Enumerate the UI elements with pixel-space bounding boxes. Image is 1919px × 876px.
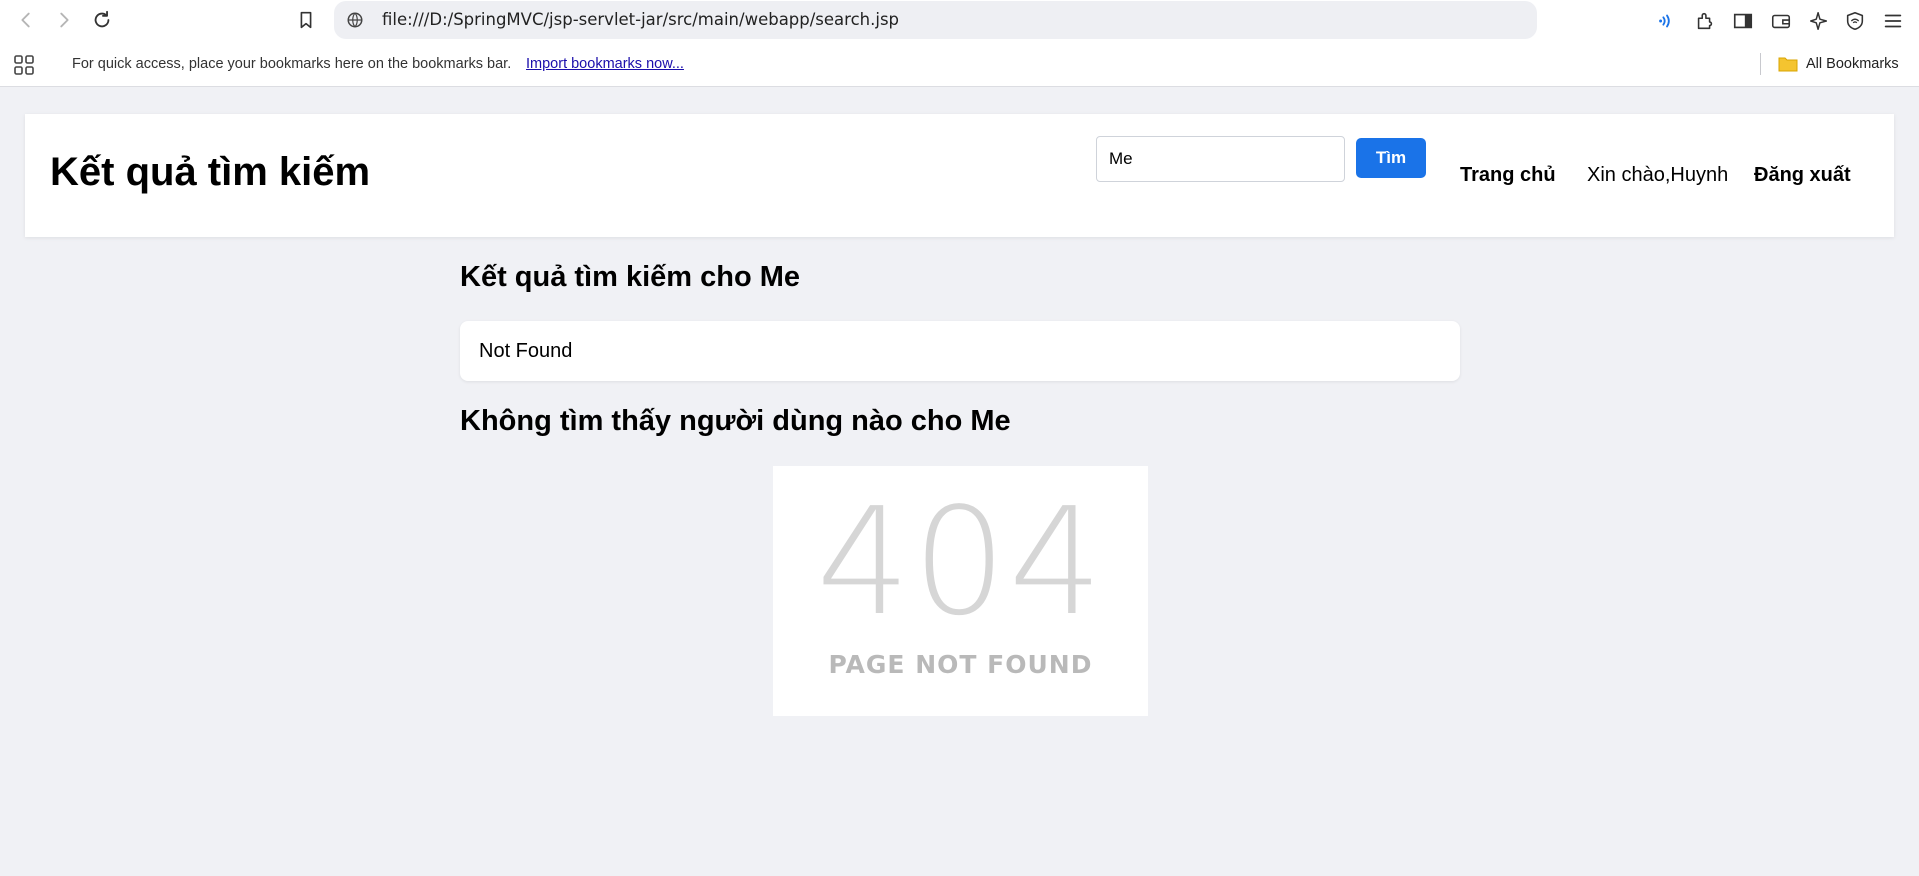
extensions-icon[interactable]: [1693, 9, 1717, 33]
not-found-illustration: 404 PAGE NOT FOUND: [773, 466, 1148, 716]
read-aloud-icon[interactable]: [1655, 9, 1679, 33]
not-found-text: PAGE NOT FOUND: [828, 650, 1093, 679]
bookmark-icon[interactable]: [294, 8, 318, 32]
folder-icon: [1778, 57, 1798, 72]
sidebar-icon[interactable]: [1731, 9, 1755, 33]
site-info-icon[interactable]: [346, 11, 364, 29]
wallet-icon[interactable]: [1769, 9, 1793, 33]
address-bar[interactable]: file:///D:/SpringMVC/jsp-servlet-jar/src…: [334, 1, 1537, 39]
not-found-code: 404: [816, 476, 1105, 648]
all-bookmarks-button[interactable]: All Bookmarks: [1778, 41, 1899, 87]
apps-icon[interactable]: [12, 53, 36, 77]
page-title: Kết quả tìm kiếm: [50, 150, 371, 194]
bookmarks-hint: For quick access, place your bookmarks h…: [72, 56, 512, 72]
shield-icon[interactable]: [1843, 9, 1867, 33]
site-header: Kết quả tìm kiếm Tìm Trang chủ Xin chào,…: [25, 114, 1894, 237]
url-text: file:///D:/SpringMVC/jsp-servlet-jar/src…: [382, 10, 900, 29]
import-bookmarks-link[interactable]: Import bookmarks now...: [526, 41, 684, 87]
result-card-text: Not Found: [479, 340, 573, 362]
search-button[interactable]: Tìm: [1356, 138, 1426, 178]
bookmarks-bar: For quick access, place your bookmarks h…: [0, 41, 1919, 87]
bookmarks-divider: [1760, 53, 1761, 75]
reload-icon[interactable]: [90, 8, 114, 32]
copilot-icon[interactable]: [1807, 9, 1831, 33]
logout-link[interactable]: Đăng xuất: [1754, 164, 1851, 187]
back-icon[interactable]: [14, 8, 38, 32]
home-link[interactable]: Trang chủ: [1460, 164, 1556, 187]
no-users-heading: Không tìm thấy người dùng nào cho Me: [460, 405, 1011, 437]
all-bookmarks-label: All Bookmarks: [1806, 56, 1899, 72]
menu-icon[interactable]: [1881, 9, 1905, 33]
results-heading: Kết quả tìm kiếm cho Me: [460, 261, 801, 293]
forward-icon[interactable]: [52, 8, 76, 32]
user-greeting: Xin chào,Huynh: [1587, 164, 1729, 186]
search-input[interactable]: [1096, 136, 1345, 182]
browser-toolbar: file:///D:/SpringMVC/jsp-servlet-jar/src…: [0, 0, 1919, 41]
result-card: Not Found: [460, 321, 1460, 381]
